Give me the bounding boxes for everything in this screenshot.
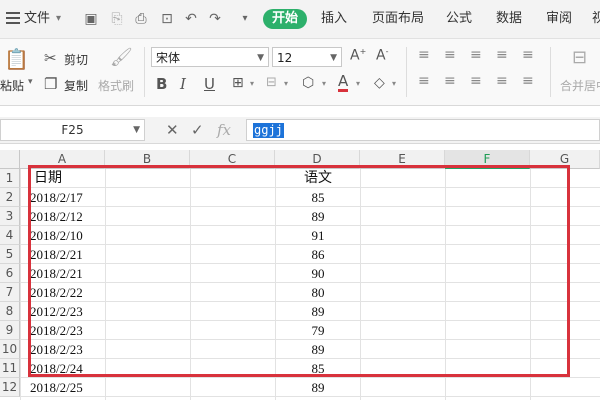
increase-font-icon[interactable]: A+ <box>350 47 366 64</box>
chevron-down-icon[interactable]: ▾ <box>284 79 288 88</box>
divider <box>406 47 407 97</box>
scissors-icon[interactable]: ✂ <box>44 49 57 67</box>
save-icon[interactable]: ▣ <box>82 10 100 28</box>
justify-icon[interactable]: ≡ <box>496 73 508 89</box>
tab-insert[interactable]: 插入 <box>321 0 347 38</box>
row-header[interactable]: 6 <box>0 264 20 283</box>
chevron-down-icon[interactable]: ▾ <box>392 79 396 88</box>
redo-icon[interactable]: ↷ <box>206 10 224 28</box>
print-icon[interactable]: ⎙ <box>132 10 150 28</box>
row-header[interactable]: 8 <box>0 302 20 321</box>
row-header[interactable]: 5 <box>0 245 20 264</box>
file-menu[interactable]: 文件 <box>24 0 50 38</box>
align-center-icon[interactable]: ≡ <box>444 73 456 89</box>
border-icon[interactable]: ⊞ <box>232 75 244 91</box>
highlight-annotation-box <box>28 165 570 377</box>
font-name-select[interactable]: 宋体 ▼ <box>151 47 269 67</box>
fill-color-icon[interactable]: ⬡ <box>302 75 314 91</box>
align-bottom-icon[interactable]: ≡ <box>470 47 482 63</box>
underline-icon[interactable]: U <box>204 75 215 93</box>
export-icon[interactable]: ⎘ <box>108 10 126 28</box>
divider <box>144 47 145 97</box>
fill-icon[interactable]: ⊟ <box>266 75 277 90</box>
formula-text: ggjj <box>253 123 284 138</box>
wrap-icon[interactable]: ≡ <box>496 47 508 63</box>
copy-icon[interactable]: ❐ <box>44 75 57 93</box>
row-header[interactable]: 4 <box>0 226 20 245</box>
row-header[interactable]: 3 <box>0 207 20 226</box>
row-header[interactable]: 10 <box>0 340 20 359</box>
format-painter-button[interactable]: 格式刷 <box>98 77 134 94</box>
align-middle-icon[interactable]: ≡ <box>444 47 456 63</box>
indent-icon[interactable]: ≡ <box>522 47 534 63</box>
function-icon[interactable]: fx <box>217 119 231 141</box>
row-header[interactable]: 9 <box>0 321 20 340</box>
row-header[interactable]: 2 <box>0 188 20 207</box>
print-preview-icon[interactable]: ⊡ <box>158 10 176 28</box>
paste-chevron-icon[interactable]: ▾ <box>28 77 33 87</box>
copy-button[interactable]: 复制 <box>64 77 88 94</box>
tab-page-layout[interactable]: 页面布局 <box>372 0 424 38</box>
merge-center-button[interactable]: 合并居中 <box>560 77 600 94</box>
formula-input[interactable]: ggjj <box>246 119 600 141</box>
select-all-corner[interactable] <box>0 150 20 169</box>
quick-access-chevron-icon[interactable]: ▾ <box>236 10 254 28</box>
tab-review[interactable]: 审阅 <box>546 0 572 38</box>
undo-icon[interactable]: ↶ <box>182 10 200 28</box>
cut-button[interactable]: 剪切 <box>64 51 88 68</box>
name-box[interactable]: F25 ▼ <box>0 119 145 141</box>
row-header[interactable]: 1 <box>0 169 20 188</box>
clear-format-icon[interactable]: ◇ <box>374 75 385 91</box>
align-top-icon[interactable]: ≡ <box>418 47 430 63</box>
paste-icon[interactable]: 📋 <box>4 47 29 71</box>
align-left-icon[interactable]: ≡ <box>418 73 430 89</box>
font-name-value: 宋体 <box>156 51 181 65</box>
font-size-select[interactable]: 12 ▼ <box>272 47 342 67</box>
cell-reference: F25 <box>61 123 84 137</box>
cancel-icon[interactable]: ✕ <box>166 119 179 141</box>
cell-score[interactable]: 89 <box>276 378 360 397</box>
chevron-down-icon[interactable]: ▾ <box>250 79 254 88</box>
font-color-icon[interactable]: A <box>338 73 349 92</box>
tab-view[interactable]: 视 <box>592 0 600 38</box>
font-size-value: 12 <box>277 51 293 65</box>
formula-bar: F25 ▼ ✕ ✓ fx ggjj <box>0 117 600 144</box>
ribbon: 📋 粘贴 ▾ ✂ 剪切 ❐ 复制 🖌 格式刷 宋体 ▼ 12 ▼ A+ A- B… <box>0 39 600 106</box>
row-header[interactable]: 11 <box>0 359 20 378</box>
chevron-down-icon: ▼ <box>133 125 140 135</box>
tab-data[interactable]: 数据 <box>496 0 522 38</box>
row-header[interactable]: 12 <box>0 378 20 397</box>
tab-start[interactable]: 开始 <box>263 9 307 29</box>
paste-button[interactable]: 粘贴 <box>0 77 24 94</box>
menu-icon[interactable] <box>6 12 20 24</box>
format-painter-icon[interactable]: 🖌 <box>110 47 133 68</box>
cell-date[interactable]: 2018/2/25 <box>30 378 114 397</box>
tab-formulas[interactable]: 公式 <box>446 0 472 38</box>
italic-icon[interactable]: I <box>180 75 186 93</box>
row-header[interactable]: 7 <box>0 283 20 302</box>
divider <box>550 47 551 97</box>
chevron-down-icon[interactable]: ▾ <box>356 79 360 88</box>
file-menu-chevron-icon[interactable]: ▾ <box>56 0 61 38</box>
align-right-icon[interactable]: ≡ <box>470 73 482 89</box>
chevron-down-icon: ▼ <box>330 53 337 63</box>
chevron-down-icon[interactable]: ▾ <box>322 79 326 88</box>
confirm-icon[interactable]: ✓ <box>191 119 204 141</box>
menu-bar: 文件 ▾ ▣ ⎘ ⎙ ⊡ ↶ ↷ ▾ 开始 插入 页面布局 公式 数据 审阅 视 <box>0 0 600 39</box>
distribute-icon[interactable]: ≡ <box>522 73 534 89</box>
bold-icon[interactable]: B <box>156 75 167 93</box>
decrease-font-icon[interactable]: A- <box>376 47 388 64</box>
merge-icon[interactable]: ⊟ <box>572 47 587 68</box>
chevron-down-icon: ▼ <box>257 53 264 63</box>
